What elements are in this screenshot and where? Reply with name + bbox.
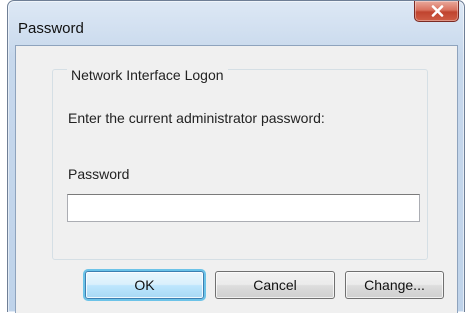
cancel-button[interactable]: Cancel <box>215 271 335 299</box>
change-button[interactable]: Change... <box>345 271 444 299</box>
title-bar[interactable]: Password <box>8 1 464 37</box>
password-dialog-window: Password Network Interface Logon Enter t… <box>7 0 465 313</box>
password-field[interactable] <box>67 194 420 222</box>
close-icon <box>431 5 444 17</box>
dialog-body: Network Interface Logon Enter the curren… <box>15 45 458 313</box>
ok-button[interactable]: OK <box>85 271 204 299</box>
password-prompt: Enter the current administrator password… <box>68 110 325 126</box>
close-button[interactable] <box>414 1 459 22</box>
logon-group-box <box>52 69 428 260</box>
window-title: Password <box>18 20 84 37</box>
group-legend: Network Interface Logon <box>67 68 228 82</box>
password-label: Password <box>68 166 130 182</box>
